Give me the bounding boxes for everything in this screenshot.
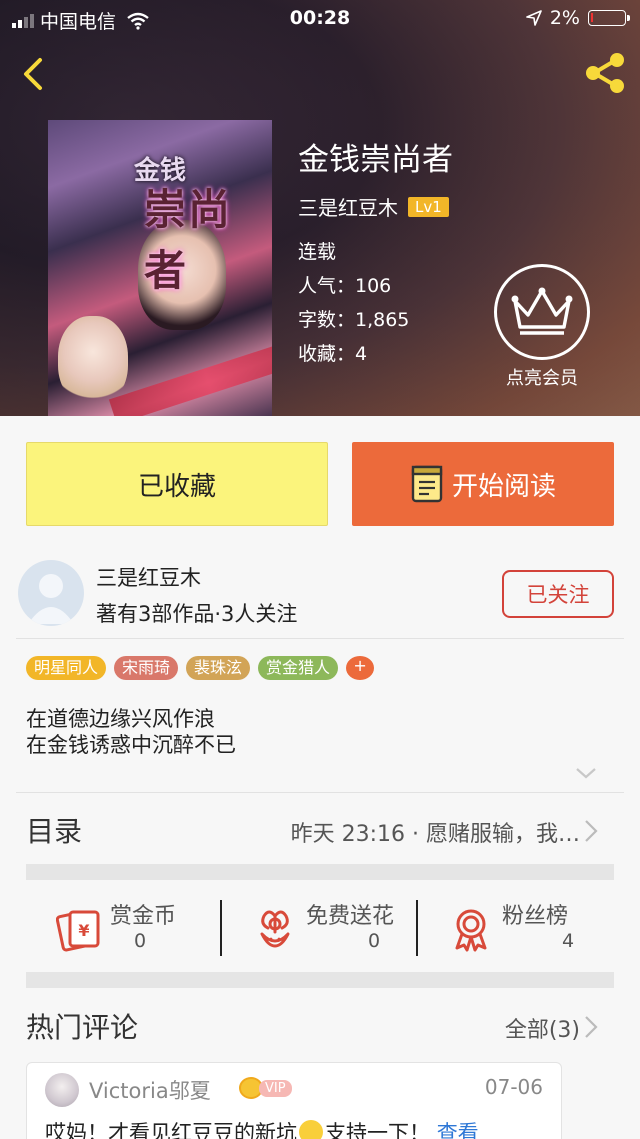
chevron-right-icon	[585, 1016, 598, 1038]
author-card: 三是红豆木 著有3部作品·3人关注 已关注	[0, 552, 640, 638]
vip-badge: VIP	[239, 1077, 292, 1099]
battery-icon	[588, 10, 630, 26]
section-separator	[26, 972, 614, 988]
cover-art-band	[108, 337, 272, 416]
laughing-emoji-icon	[299, 1120, 323, 1139]
hot-comments-header[interactable]: 热门评论 全部(3)	[26, 1004, 614, 1048]
reward-stats: ¥ 赏金币 0 免费送花 0 粉丝榜 4	[26, 892, 614, 964]
latest-chapter: 昨天 23:16 · 愿赌服输，我…	[290, 822, 580, 847]
vip-badge-label: VIP	[259, 1079, 292, 1097]
vip-membership-button[interactable]: 点亮会员	[492, 264, 592, 390]
comment-text-part: 哎妈！才看见红豆豆的新坑	[45, 1121, 297, 1139]
default-avatar-icon	[28, 574, 74, 624]
view-more-link[interactable]: 查看	[437, 1121, 479, 1139]
book-status: 连载	[298, 241, 337, 263]
author-name[interactable]: 三是红豆木	[96, 562, 201, 592]
description-line: 在道德边缘兴风作浪	[26, 707, 215, 731]
reward-value: 0	[368, 930, 381, 952]
follow-button[interactable]: 已关注	[502, 570, 614, 618]
reward-value: 0	[134, 930, 147, 952]
level-badge: Lv1	[408, 196, 449, 217]
section-separator	[26, 864, 614, 880]
cover-title-large: 崇尚者	[144, 185, 233, 295]
location-arrow-icon	[526, 10, 542, 26]
tag-list: 明星同人 宋雨琦 裴珠泫 赏金猎人 +	[26, 656, 375, 680]
share-icon	[586, 53, 624, 93]
vip-circle	[494, 264, 590, 360]
table-of-contents-row[interactable]: 目录 昨天 23:16 · 愿赌服输，我…	[26, 804, 614, 856]
back-button[interactable]	[16, 54, 52, 94]
svg-text:¥: ¥	[78, 921, 89, 940]
start-reading-button[interactable]: 开始阅读	[352, 442, 614, 526]
book-info: 金钱崇尚者 三是红豆木 Lv1 连载 人气：106 字数：1,865 收藏：4	[298, 140, 453, 371]
book-icon	[411, 465, 443, 503]
book-word-count: 字数：1,865	[298, 309, 410, 331]
author-stats: 著有3部作品·3人关注	[96, 602, 298, 626]
start-reading-label: 开始阅读	[451, 471, 556, 502]
reward-title: 赏金币	[110, 904, 177, 929]
book-description: 在道德边缘兴风作浪 在金钱诱惑中沉醉不已	[26, 706, 236, 758]
comment-text: 哎妈！才看见红豆豆的新坑 支持一下！ 查看	[45, 1117, 479, 1139]
tag-item[interactable]: 裴珠泫	[186, 656, 251, 680]
divider	[16, 792, 624, 793]
coin-envelope-icon: ¥	[56, 910, 100, 952]
chevron-left-icon	[24, 58, 42, 90]
follow-label: 已关注	[526, 583, 590, 607]
share-button[interactable]	[582, 50, 628, 96]
favorited-label: 已收藏	[137, 471, 216, 502]
book-cover[interactable]: 金钱 崇尚者	[48, 120, 272, 416]
flower-icon	[260, 910, 290, 948]
comment-card[interactable]: Victoria邬夏 VIP 07-06 哎妈！才看见红豆豆的新坑 支持一下！ 查…	[26, 1062, 562, 1139]
book-popularity: 人气：106	[298, 275, 392, 297]
cover-art-figure-secondary	[58, 316, 128, 406]
chevron-right-icon	[585, 820, 598, 842]
vip-label: 点亮会员	[506, 368, 578, 389]
comment-date: 07-06	[484, 1075, 543, 1099]
favorited-button[interactable]: 已收藏	[26, 442, 328, 526]
reward-title: 免费送花	[306, 904, 395, 929]
book-author-row: 三是红豆木 Lv1	[298, 192, 453, 221]
book-title: 金钱崇尚者	[298, 142, 453, 178]
fan-ranking-item[interactable]: 粉丝榜 4	[418, 892, 614, 964]
description-line: 在金钱诱惑中沉醉不已	[26, 733, 236, 757]
add-tag-button[interactable]: +	[346, 656, 375, 680]
avatar[interactable]	[18, 560, 84, 626]
divider	[16, 638, 624, 639]
comment-username[interactable]: Victoria邬夏	[89, 1075, 211, 1105]
all-comments-link[interactable]: 全部(3)	[505, 1012, 580, 1044]
tag-item[interactable]: 赏金猎人	[258, 656, 339, 680]
tag-item[interactable]: 明星同人	[26, 656, 107, 680]
book-meta: 连载 人气：106 字数：1,865 收藏：4	[298, 235, 453, 371]
reward-coin-item[interactable]: ¥ 赏金币 0	[26, 892, 222, 964]
medal-icon	[455, 909, 487, 952]
status-bar: 中国电信 00:28 2%	[0, 0, 640, 36]
book-author[interactable]: 三是红豆木	[298, 192, 398, 221]
hot-comments-title: 热门评论	[26, 1011, 139, 1044]
toc-label: 目录	[26, 815, 83, 848]
reward-flower-item[interactable]: 免费送花 0	[222, 892, 418, 964]
reward-title: 粉丝榜	[502, 904, 569, 929]
avatar[interactable]	[45, 1073, 79, 1107]
reward-value: 4	[562, 930, 575, 952]
chevron-down-icon	[576, 768, 596, 779]
tag-item[interactable]: 宋雨琦	[114, 656, 179, 680]
comment-text-part: 支持一下！	[325, 1121, 430, 1139]
crown-icon	[511, 287, 573, 335]
book-favorites: 收藏：4	[298, 343, 368, 365]
battery-percent: 2%	[549, 7, 580, 29]
expand-description-button[interactable]	[574, 764, 598, 782]
status-right: 2%	[526, 7, 630, 29]
